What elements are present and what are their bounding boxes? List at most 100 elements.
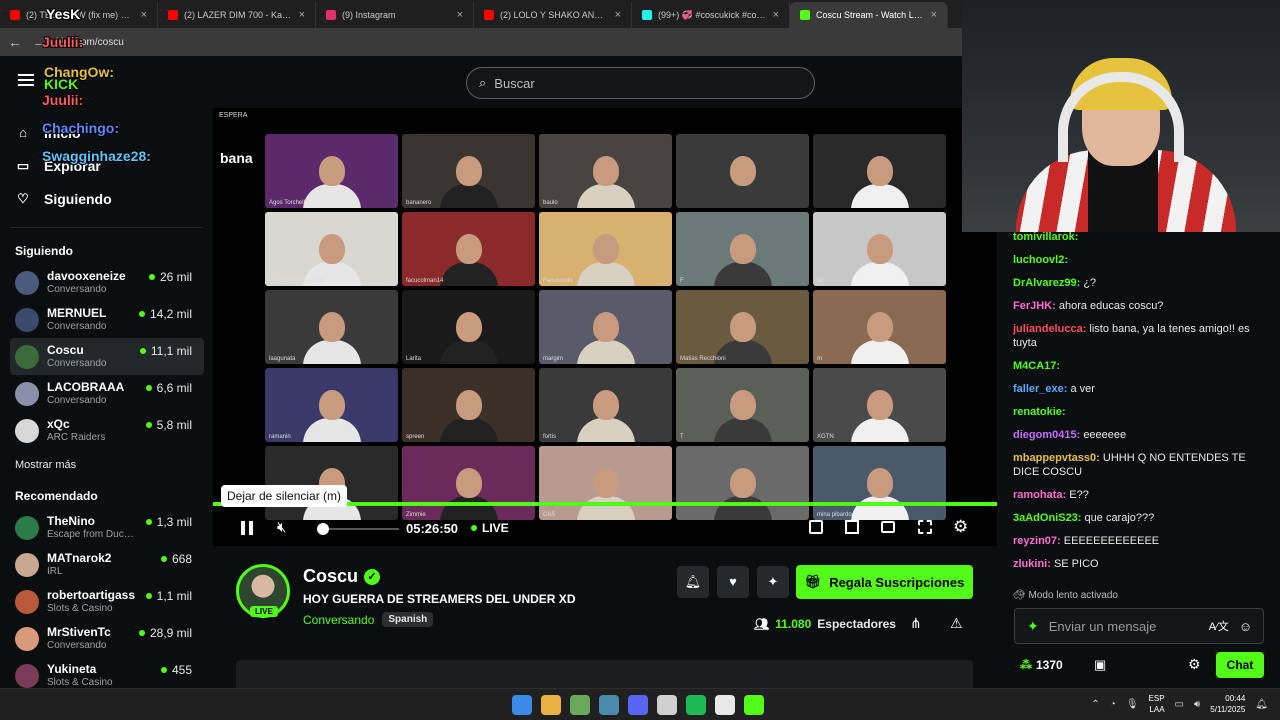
- clip-button[interactable]: [809, 520, 823, 534]
- channel-points[interactable]: ⁂ 1370: [1020, 658, 1063, 672]
- theater-mode-button[interactable]: [881, 521, 895, 533]
- channel-category: Conversando: [47, 321, 107, 332]
- browser-tab[interactable]: (9) Instagram ×: [316, 2, 474, 28]
- sidebar-nav-item[interactable]: ▭ Explorar: [0, 149, 212, 182]
- show-more-link[interactable]: Mostrar más: [0, 449, 212, 485]
- chat-send-button[interactable]: Chat: [1216, 652, 1264, 678]
- chat-username[interactable]: zlukini:: [1013, 558, 1051, 570]
- channel-item[interactable]: xQc ARC Raiders 5,8 mil: [0, 412, 204, 449]
- participant-torso: [439, 340, 498, 364]
- notification-icon[interactable]: 🔔︎: [1255, 699, 1268, 710]
- taskbar-app-icon[interactable]: [541, 695, 561, 715]
- chat-username[interactable]: mbappepvtass0:: [1013, 452, 1100, 464]
- settings-gear-icon[interactable]: ⚙: [953, 517, 968, 537]
- taskbar-app-icon[interactable]: [686, 695, 706, 715]
- share-icon[interactable]: ⋔: [910, 615, 922, 632]
- live-indicator[interactable]: LIVE: [471, 521, 509, 535]
- chat-message: M4CA17:: [1013, 359, 1273, 373]
- unmute-button[interactable]: 🔇︎: [277, 519, 286, 536]
- search-input[interactable]: [494, 75, 795, 91]
- report-warning-icon[interactable]: ⚠: [950, 615, 963, 632]
- sparkle-icon[interactable]: ✦: [757, 566, 789, 598]
- translate-icon[interactable]: A⁄文: [1209, 618, 1229, 634]
- clock-date: 5/11/2025: [1210, 705, 1246, 714]
- volume-knob[interactable]: [317, 523, 329, 535]
- taskbar-app-icon[interactable]: [599, 695, 619, 715]
- video-tile: Zimmie: [402, 446, 535, 520]
- tray-chevron-icon[interactable]: ⌃: [1091, 699, 1099, 710]
- chat-username[interactable]: renatokie:: [1013, 406, 1066, 418]
- tab-close-icon[interactable]: ×: [299, 9, 305, 21]
- sidebar-nav-item[interactable]: ⌂ Inicio: [0, 116, 212, 149]
- taskbar-app-icon[interactable]: [512, 695, 532, 715]
- tab-close-icon[interactable]: ×: [141, 9, 147, 21]
- fullscreen-button[interactable]: [918, 520, 932, 534]
- chat-footer: ⁂ 1370 ▣ ⚙ Chat: [1014, 652, 1264, 680]
- url-field[interactable]: kick.com/coscu: [56, 37, 124, 48]
- tab-close-icon[interactable]: ×: [773, 9, 779, 21]
- gift-box-icon[interactable]: ▣: [1094, 657, 1106, 673]
- notification-bell-icon[interactable]: 🔔︎: [677, 566, 709, 598]
- channel-item[interactable]: MERNUEL Conversando 14,2 mil: [0, 301, 204, 338]
- browser-tab[interactable]: (2) TEST NEW (fix me) Pro ×: [0, 2, 158, 28]
- forward-arrow-icon[interactable]: →: [32, 34, 46, 50]
- search-bar[interactable]: ⌕: [466, 67, 815, 99]
- channel-item[interactable]: TheNino Escape from Duckov 1,3 mil: [0, 509, 204, 546]
- chat-username[interactable]: faller_exe:: [1013, 383, 1067, 395]
- tray-monitor-icon[interactable]: ▭: [1175, 699, 1184, 710]
- sparkle-emote-icon[interactable]: ✦: [1027, 618, 1039, 635]
- chat-username[interactable]: 3aAdOniS23:: [1013, 512, 1081, 524]
- browser-tab[interactable]: (2) LOLO Y SHAKO ANALIZAN ×: [474, 2, 632, 28]
- channel-item[interactable]: Coscu Conversando 11,1 mil: [10, 338, 204, 375]
- tab-close-icon[interactable]: ×: [931, 9, 937, 21]
- browser-tab[interactable]: (2) LAZER DIM 700 - Kachow! (×: [158, 2, 316, 28]
- language-indicator[interactable]: ESP LAA: [1149, 693, 1165, 715]
- tab-close-icon[interactable]: ×: [615, 9, 621, 21]
- stream-category[interactable]: Conversando: [303, 613, 374, 627]
- video-player[interactable]: ESPERA Agos Torchelli bananero baulo El sag…: [213, 108, 997, 546]
- menu-icon[interactable]: [18, 74, 34, 86]
- streamer-name[interactable]: Coscu: [303, 566, 358, 587]
- channel-item[interactable]: davooxeneize Conversando 26 mil: [0, 264, 204, 301]
- tab-close-icon[interactable]: ×: [457, 9, 463, 21]
- channel-item[interactable]: robertoartigass Slots & Casino 1,1 mil: [0, 583, 204, 620]
- tray-volume-icon[interactable]: 🔊︎: [1194, 699, 1200, 710]
- taskbar-app-icon[interactable]: [744, 695, 764, 715]
- miniplayer-button[interactable]: [845, 520, 859, 534]
- channel-item[interactable]: Yukineta Slots & Casino 455: [0, 657, 204, 688]
- chat-settings-gear-icon[interactable]: ⚙: [1188, 656, 1201, 673]
- channel-item[interactable]: MATnarok2 IRL 668: [0, 546, 204, 583]
- taskbar-app-icon[interactable]: [715, 695, 735, 715]
- back-arrow-icon[interactable]: ←: [8, 34, 22, 50]
- taskbar-app-icon[interactable]: [570, 695, 590, 715]
- chat-username[interactable]: reyzin07:: [1013, 535, 1061, 547]
- chat-username[interactable]: DrAlvarez99:: [1013, 277, 1080, 289]
- browser-tab[interactable]: Coscu Stream - Watch Live on K ×: [790, 2, 948, 28]
- chat-username[interactable]: tomivillarok:: [1013, 231, 1078, 243]
- volume-slider[interactable]: [329, 528, 399, 530]
- chat-username[interactable]: juliandelucca:: [1013, 323, 1086, 335]
- system-clock[interactable]: 00:44 5/11/2025: [1210, 693, 1245, 715]
- channel-item[interactable]: MrStivenTc Conversando 28,9 mil: [0, 620, 204, 657]
- channel-item[interactable]: LACOBRAAA Conversando 6,6 mil: [0, 375, 204, 412]
- chat-username[interactable]: diegom0415:: [1013, 429, 1080, 441]
- chat-username[interactable]: ramohata:: [1013, 489, 1066, 501]
- tab-title: (99+) 💞 #coscukick #coscu: [658, 9, 767, 20]
- tray-wifi-icon[interactable]: ◔: [1110, 699, 1116, 710]
- taskbar-app-icon[interactable]: [628, 695, 648, 715]
- taskbar-app-icon[interactable]: [657, 695, 677, 715]
- language-tag[interactable]: Spanish: [382, 612, 434, 627]
- chat-username[interactable]: FerJHK:: [1013, 300, 1056, 312]
- browser-tab[interactable]: (99+) 💞 #coscukick #coscu ×: [632, 2, 790, 28]
- participant-torso: [850, 418, 909, 442]
- gift-subscriptions-button[interactable]: 🎁︎ Regala Suscripciones: [796, 565, 973, 599]
- sidebar-nav-item[interactable]: ♡ Siguiendo: [0, 182, 212, 215]
- tray-mic-icon[interactable]: 🎙︎: [1126, 699, 1139, 710]
- chat-username[interactable]: M4CA17:: [1013, 360, 1060, 372]
- pause-button[interactable]: [241, 521, 253, 535]
- emoji-icon[interactable]: ☺: [1239, 619, 1252, 634]
- chat-input-box[interactable]: ✦ A⁄文 ☺: [1014, 608, 1264, 644]
- follow-heart-icon[interactable]: ♥: [717, 566, 749, 598]
- chat-input[interactable]: [1048, 618, 1199, 634]
- chat-username[interactable]: luchoovl2:: [1013, 254, 1068, 266]
